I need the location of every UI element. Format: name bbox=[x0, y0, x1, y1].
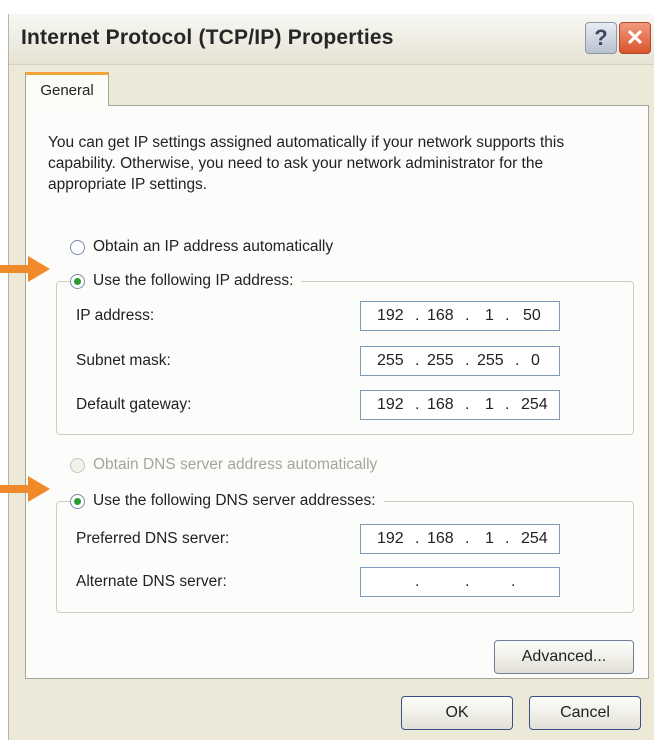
obtain-dns-auto-option: Obtain DNS server address automatically bbox=[70, 456, 377, 474]
help-icon: ? bbox=[594, 25, 608, 50]
subnet-mask-input[interactable]: 255 . 255 . 255 . 0 bbox=[360, 346, 560, 376]
use-ip-manual-radio[interactable] bbox=[70, 273, 85, 289]
alternate-dns-label: Alternate DNS server: bbox=[76, 573, 227, 590]
octet: 254 bbox=[521, 530, 548, 547]
arrow-right-icon bbox=[0, 476, 50, 502]
octet: 192 bbox=[377, 396, 404, 413]
general-panel: You can get IP settings assigned automat… bbox=[25, 105, 649, 679]
use-dns-manual-radio[interactable] bbox=[70, 493, 85, 509]
radio-selected-dot bbox=[74, 277, 81, 285]
tab-general[interactable]: General bbox=[25, 72, 109, 106]
obtain-ip-auto-radio[interactable] bbox=[70, 239, 85, 255]
alternate-dns-input[interactable]: . . . bbox=[360, 567, 560, 597]
octet: 255 bbox=[477, 352, 504, 369]
use-dns-manual-label: Use the following DNS server addresses: bbox=[93, 492, 376, 509]
close-icon: ✕ bbox=[625, 25, 645, 50]
octet: 1 bbox=[485, 307, 494, 324]
obtain-ip-auto-label: Obtain an IP address automatically bbox=[93, 238, 334, 255]
octet: 1 bbox=[485, 530, 494, 547]
radio-selected-dot bbox=[74, 497, 81, 505]
octet: 255 bbox=[377, 352, 404, 369]
octet: 168 bbox=[427, 396, 454, 413]
ip-address-label: IP address: bbox=[76, 307, 155, 324]
arrow-right-icon bbox=[0, 256, 50, 282]
octet: 254 bbox=[521, 396, 548, 413]
octet: 168 bbox=[427, 530, 454, 547]
obtain-dns-auto-label: Obtain DNS server address automatically bbox=[93, 456, 378, 473]
tcpip-properties-dialog: Internet Protocol (TCP/IP) Properties ? … bbox=[8, 14, 654, 740]
default-gateway-input[interactable]: 192 . 168 . 1 . 254 bbox=[360, 390, 560, 420]
use-ip-manual-option[interactable]: Use the following IP address: bbox=[70, 272, 302, 290]
use-ip-manual-label: Use the following IP address: bbox=[93, 272, 294, 289]
octet: 1 bbox=[485, 396, 494, 413]
preferred-dns-label: Preferred DNS server: bbox=[76, 530, 230, 547]
close-button[interactable]: ✕ bbox=[619, 22, 651, 54]
obtain-dns-auto-radio bbox=[70, 457, 85, 473]
subnet-mask-label: Subnet mask: bbox=[76, 352, 171, 369]
ip-address-input[interactable]: 192 . 168 . 1 . 50 bbox=[360, 301, 560, 331]
preferred-dns-input[interactable]: 192 . 168 . 1 . 254 bbox=[360, 524, 560, 554]
ok-button[interactable]: OK bbox=[401, 696, 513, 730]
octet: 0 bbox=[531, 352, 540, 369]
default-gateway-label: Default gateway: bbox=[76, 396, 192, 413]
advanced-button[interactable]: Advanced... bbox=[494, 640, 634, 674]
octet: 192 bbox=[377, 307, 404, 324]
intro-text: You can get IP settings assigned automat… bbox=[48, 134, 565, 193]
window-title: Internet Protocol (TCP/IP) Properties bbox=[21, 26, 394, 49]
octet: 192 bbox=[377, 530, 404, 547]
title-bar[interactable]: Internet Protocol (TCP/IP) Properties ? … bbox=[9, 14, 654, 65]
octet: 50 bbox=[523, 307, 541, 324]
obtain-ip-auto-option[interactable]: Obtain an IP address automatically bbox=[70, 238, 333, 256]
use-dns-manual-option[interactable]: Use the following DNS server addresses: bbox=[70, 492, 384, 510]
octet: 168 bbox=[427, 307, 454, 324]
cancel-button[interactable]: Cancel bbox=[529, 696, 641, 730]
help-button[interactable]: ? bbox=[585, 22, 617, 54]
octet: 255 bbox=[427, 352, 454, 369]
